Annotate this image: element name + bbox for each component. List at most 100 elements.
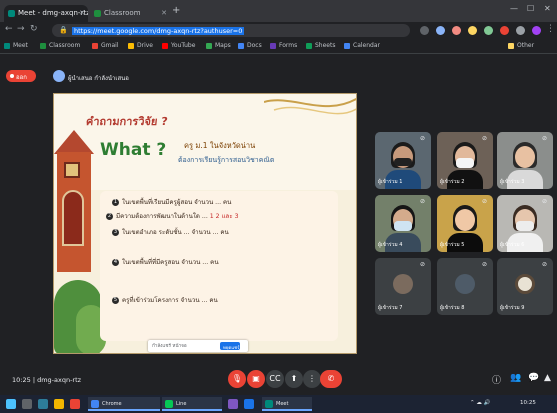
participant-tile[interactable]: ⊘ ผู้เข้าร่วม 3	[497, 132, 553, 189]
back-icon[interactable]: ←	[5, 24, 13, 34]
record-dot-icon	[10, 74, 14, 78]
bookmark-icon	[238, 43, 244, 49]
file-explorer-icon[interactable]	[54, 399, 64, 409]
activities-icon[interactable]: ▲	[544, 373, 551, 383]
participant-tile[interactable]: ⊘ ผู้เข้าร่วม 6	[497, 195, 553, 252]
maximize-icon[interactable]: ☐	[527, 4, 534, 13]
meet-favicon-icon	[8, 10, 15, 17]
taskbar-app[interactable]: Line	[162, 397, 222, 411]
presenter-chip[interactable]: ผู้นำเสนอ กำลังนำเสนอ	[50, 68, 148, 84]
extension-icon[interactable]	[500, 26, 509, 35]
participant-name: ผู้เข้าร่วม 9	[500, 305, 525, 311]
window-close-icon[interactable]: ✕	[544, 4, 551, 13]
app-icon[interactable]	[244, 399, 254, 409]
bookmark-star-icon[interactable]	[420, 26, 429, 35]
camera-toggle-button[interactable]: ▣	[247, 370, 265, 388]
participant-name: ผู้เข้าร่วม 6	[500, 242, 525, 248]
mic-off-icon: ⊘	[542, 135, 548, 142]
extension-icon[interactable]	[436, 26, 445, 35]
profile-avatar[interactable]	[532, 26, 541, 35]
mic-off-icon: ⊘	[420, 135, 426, 142]
slide-subtitle-2: ต้องการเรียนรู้การสอนวิชาคณิต	[178, 156, 275, 164]
bookmark-item[interactable]: YouTube	[162, 42, 195, 49]
close-icon[interactable]: ✕	[79, 9, 85, 17]
participant-tile[interactable]: ⊘ ผู้เข้าร่วม 7	[375, 258, 431, 315]
people-icon[interactable]: 👥	[510, 373, 521, 383]
bookmark-item[interactable]: Sheets	[306, 42, 335, 49]
forward-icon[interactable]: →	[17, 24, 25, 34]
system-tray-icons[interactable]: ⌃ ☁ 🔊	[470, 400, 490, 406]
folder-icon	[508, 43, 514, 49]
extension-icon[interactable]	[516, 26, 525, 35]
participant-tile[interactable]: ⊘ ผู้เข้าร่วม 9	[497, 258, 553, 315]
presenter-avatar	[53, 70, 65, 82]
app-icon[interactable]	[228, 399, 238, 409]
bookmark-item[interactable]: Drive	[128, 42, 153, 49]
minimize-icon[interactable]: —	[510, 4, 518, 13]
meet-icon	[265, 400, 273, 408]
windows-start-icon[interactable]	[6, 399, 16, 409]
more-options-button[interactable]: ⋮	[303, 370, 321, 388]
mic-off-icon: ⊘	[542, 198, 548, 205]
presentation-slide: คำถามการวิจัย ? What ? ครู ม.1 ในจังหวัด…	[53, 93, 357, 354]
bookmark-item[interactable]: Docs	[238, 42, 262, 49]
present-button[interactable]: ⬆	[285, 370, 303, 388]
participant-name: ผู้เข้าร่วม 4	[378, 242, 403, 248]
bookmark-icon	[270, 43, 276, 49]
taskbar-app[interactable]: Meet	[262, 397, 312, 411]
info-icon[interactable]: ⓘ	[492, 373, 501, 386]
bookmark-icon	[306, 43, 312, 49]
leave-button[interactable]: ออก	[6, 70, 36, 82]
close-icon[interactable]: ✕	[161, 9, 167, 17]
slide-bullet: 5 ครูที่เข้าร่วมโครงการ จำนวน ... คน	[112, 296, 218, 304]
bookmark-icon	[206, 43, 212, 49]
address-bar[interactable]: 🔒 https://meet.google.com/dmg-axqn-rtz?a…	[52, 24, 410, 37]
slide-what-heading: What ?	[100, 140, 167, 160]
bookmark-item[interactable]: Other	[508, 42, 534, 49]
meeting-code: dmg-axqn-rtz	[37, 376, 82, 384]
participant-name: ผู้เข้าร่วม 8	[440, 305, 465, 311]
mic-off-icon: ⊘	[482, 198, 488, 205]
bookmark-item[interactable]: Gmail	[92, 42, 119, 49]
participant-tile[interactable]: ⊘ ผู้เข้าร่วม 8	[437, 258, 493, 315]
avatar	[393, 274, 413, 294]
taskbar-clock: 10:25	[520, 400, 536, 406]
stop-sharing-button[interactable]: หยุดแชร์	[220, 342, 240, 351]
bookmark-icon	[162, 43, 168, 49]
participant-name: ผู้เข้าร่วม 3	[500, 179, 525, 185]
bookmark-icon	[92, 43, 98, 49]
tab-classroom-title: Classroom	[104, 9, 141, 17]
bookmark-item[interactable]: Maps	[206, 42, 231, 49]
end-call-button[interactable]: ✆	[320, 370, 342, 388]
participant-tile[interactable]: ⊘ ผู้เข้าร่วม 4	[375, 195, 431, 252]
new-tab-icon[interactable]: +	[172, 5, 180, 16]
meet-stage: ออก ผู้นำเสนอ กำลังนำเสนอ คำถามการวิจัย …	[0, 55, 557, 395]
extension-icon[interactable]	[468, 26, 477, 35]
bookmark-item[interactable]: Meet	[4, 42, 28, 49]
taskbar-app[interactable]: Chrome	[88, 397, 160, 411]
extension-icon[interactable]	[452, 26, 461, 35]
slide-bullet: 3 ในเขตอำเภอ ระดับชั้น ... จำนวน ... คน	[112, 228, 229, 236]
mic-off-icon: ⊘	[542, 261, 548, 268]
task-view-icon[interactable]	[38, 399, 48, 409]
slide-subtitle-1: ครู ม.1 ในจังหวัดน่าน	[184, 141, 256, 150]
slide-title: คำถามการวิจัย ?	[85, 115, 169, 128]
captions-button[interactable]: CC	[266, 370, 284, 388]
participant-tile[interactable]: ⊘ ผู้เข้าร่วม 1	[375, 132, 431, 189]
tab-classroom[interactable]: Classroom ✕	[90, 5, 170, 22]
bookmark-item[interactable]: Forms	[270, 42, 297, 49]
participant-name: ผู้เข้าร่วม 7	[378, 305, 403, 311]
bookmark-item[interactable]: Classroom	[40, 42, 80, 49]
mic-toggle-button[interactable]: 🎙	[228, 370, 246, 388]
search-icon[interactable]	[22, 399, 32, 409]
extension-icon[interactable]	[484, 26, 493, 35]
participant-tile[interactable]: ⊘ ผู้เข้าร่วม 2	[437, 132, 493, 189]
participant-tile[interactable]: ⊘ ผู้เข้าร่วม 5	[437, 195, 493, 252]
menu-dots-icon[interactable]: ⋮	[546, 24, 555, 34]
chat-icon[interactable]: 💬	[528, 373, 539, 383]
chrome-icon[interactable]	[70, 399, 80, 409]
bookmark-item[interactable]: Calendar	[344, 42, 380, 49]
tab-meet[interactable]: Meet - dmg-axqn-rtz ✕	[4, 5, 88, 22]
reload-icon[interactable]: ↻	[30, 24, 38, 34]
avatar	[455, 274, 475, 294]
